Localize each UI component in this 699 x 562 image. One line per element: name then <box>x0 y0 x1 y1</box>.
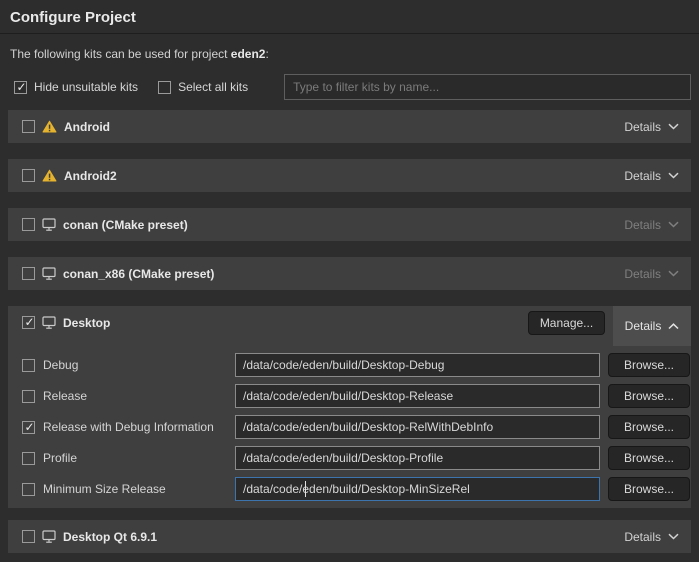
kit-name: Android <box>64 120 110 134</box>
build-config-checkbox[interactable] <box>22 421 35 434</box>
kit-row-desktop: Desktop Manage... Details Debug Browse..… <box>8 306 691 508</box>
kit-name: conan (CMake preset) <box>63 218 188 232</box>
warning-icon <box>42 169 57 182</box>
kit-checkbox[interactable] <box>22 218 35 231</box>
build-config-label: Minimum Size Release <box>43 482 166 496</box>
select-all-kits-checkbox[interactable] <box>158 81 171 94</box>
kit-name: Android2 <box>64 169 117 183</box>
chevron-up-icon <box>668 323 679 330</box>
kit-header: conan (CMake preset) Details <box>8 208 691 241</box>
build-config-label: Profile <box>43 451 77 465</box>
details-label: Details <box>624 120 661 134</box>
build-config-checkbox[interactable] <box>22 483 35 496</box>
build-dir-input[interactable] <box>235 415 600 439</box>
kit-name: conan_x86 (CMake preset) <box>63 267 214 281</box>
title-bar: Configure Project <box>0 0 699 34</box>
kit-checkbox[interactable] <box>22 267 35 280</box>
kit-checkbox[interactable] <box>22 316 35 329</box>
details-toggle[interactable]: Details <box>624 120 679 134</box>
desktop-icon <box>42 267 56 280</box>
kit-filter-input[interactable] <box>284 74 691 100</box>
build-config-option[interactable]: Profile <box>22 451 227 465</box>
kit-header: conan_x86 (CMake preset) Details <box>8 257 691 290</box>
details-toggle[interactable]: Details <box>613 306 691 346</box>
chevron-down-icon <box>668 270 679 277</box>
kit-header: Android Details <box>8 110 691 143</box>
build-dir-field <box>235 415 600 439</box>
kit-checkbox[interactable] <box>22 120 35 133</box>
browse-button[interactable]: Browse... <box>608 384 690 408</box>
browse-button[interactable]: Browse... <box>608 353 690 377</box>
build-config-checkbox[interactable] <box>22 359 35 372</box>
intro-suffix: : <box>265 47 268 61</box>
manage-button[interactable]: Manage... <box>528 311 605 335</box>
project-name: eden2 <box>231 47 266 61</box>
build-config-option[interactable]: Debug <box>22 358 227 372</box>
kit-header: Desktop Qt 6.9.1 Details <box>8 520 691 553</box>
kit-name: Desktop <box>63 316 110 330</box>
details-toggle[interactable]: Details <box>624 169 679 183</box>
kit-list: Android Details Android2 Details <box>8 110 691 553</box>
desktop-icon <box>42 218 56 231</box>
browse-button[interactable]: Browse... <box>608 415 690 439</box>
chevron-down-icon <box>668 172 679 179</box>
details-toggle[interactable]: Details <box>624 530 679 544</box>
build-config-checkbox[interactable] <box>22 390 35 403</box>
build-config-option[interactable]: Minimum Size Release <box>22 482 227 496</box>
details-label: Details <box>624 218 661 232</box>
hide-unsuitable-kits-checkbox[interactable] <box>14 81 27 94</box>
build-config-checkbox[interactable] <box>22 452 35 465</box>
build-dir-input[interactable] <box>235 477 600 501</box>
kit-row-android2: Android2 Details <box>8 159 691 192</box>
build-config-label: Release <box>43 389 87 403</box>
kit-name: Desktop Qt 6.9.1 <box>63 530 157 544</box>
build-config-label: Debug <box>43 358 78 372</box>
page-title: Configure Project <box>10 9 689 27</box>
select-all-kits-option[interactable]: Select all kits <box>158 80 248 94</box>
kit-checkbox[interactable] <box>22 169 35 182</box>
details-toggle: Details <box>624 218 679 232</box>
chevron-down-icon <box>668 533 679 540</box>
kit-checkbox[interactable] <box>22 530 35 543</box>
chevron-down-icon <box>668 123 679 130</box>
intro-text: The following kits can be used for proje… <box>10 47 689 62</box>
build-dir-field <box>235 384 600 408</box>
intro-prefix: The following kits can be used for proje… <box>10 47 231 61</box>
details-label: Details <box>624 169 661 183</box>
select-all-kits-label: Select all kits <box>178 80 248 94</box>
kit-row-desktop-qt: Desktop Qt 6.9.1 Details <box>8 520 691 553</box>
browse-button[interactable]: Browse... <box>608 477 690 501</box>
build-dir-input[interactable] <box>235 384 600 408</box>
build-config-label: Release with Debug Information <box>43 420 214 434</box>
build-dir-field <box>235 446 600 470</box>
chevron-down-icon <box>668 221 679 228</box>
kit-header: Android2 Details <box>8 159 691 192</box>
kit-header: Desktop Manage... <box>8 306 691 339</box>
build-dir-field <box>235 353 600 377</box>
details-toggle: Details <box>624 267 679 281</box>
desktop-icon <box>42 530 56 543</box>
text-caret <box>305 481 306 497</box>
kit-row-conan: conan (CMake preset) Details <box>8 208 691 241</box>
build-config-option[interactable]: Release with Debug Information <box>22 420 227 434</box>
details-label: Details <box>624 530 661 544</box>
build-dir-field <box>235 477 600 501</box>
browse-button[interactable]: Browse... <box>608 446 690 470</box>
details-label: Details <box>624 267 661 281</box>
kit-row-conan-x86: conan_x86 (CMake preset) Details <box>8 257 691 290</box>
build-dir-input[interactable] <box>235 446 600 470</box>
warning-icon <box>42 120 57 133</box>
hide-unsuitable-kits-option[interactable]: Hide unsuitable kits <box>14 80 138 94</box>
desktop-icon <box>42 316 56 329</box>
filter-bar: Hide unsuitable kits Select all kits <box>14 74 691 100</box>
build-configs: Debug Browse... Release Browse... Releas… <box>8 339 691 508</box>
hide-unsuitable-kits-label: Hide unsuitable kits <box>34 80 138 94</box>
kit-row-android: Android Details <box>8 110 691 143</box>
configure-project-page: Configure Project The following kits can… <box>0 0 699 562</box>
build-config-option[interactable]: Release <box>22 389 227 403</box>
details-label: Details <box>625 319 662 333</box>
build-dir-input[interactable] <box>235 353 600 377</box>
